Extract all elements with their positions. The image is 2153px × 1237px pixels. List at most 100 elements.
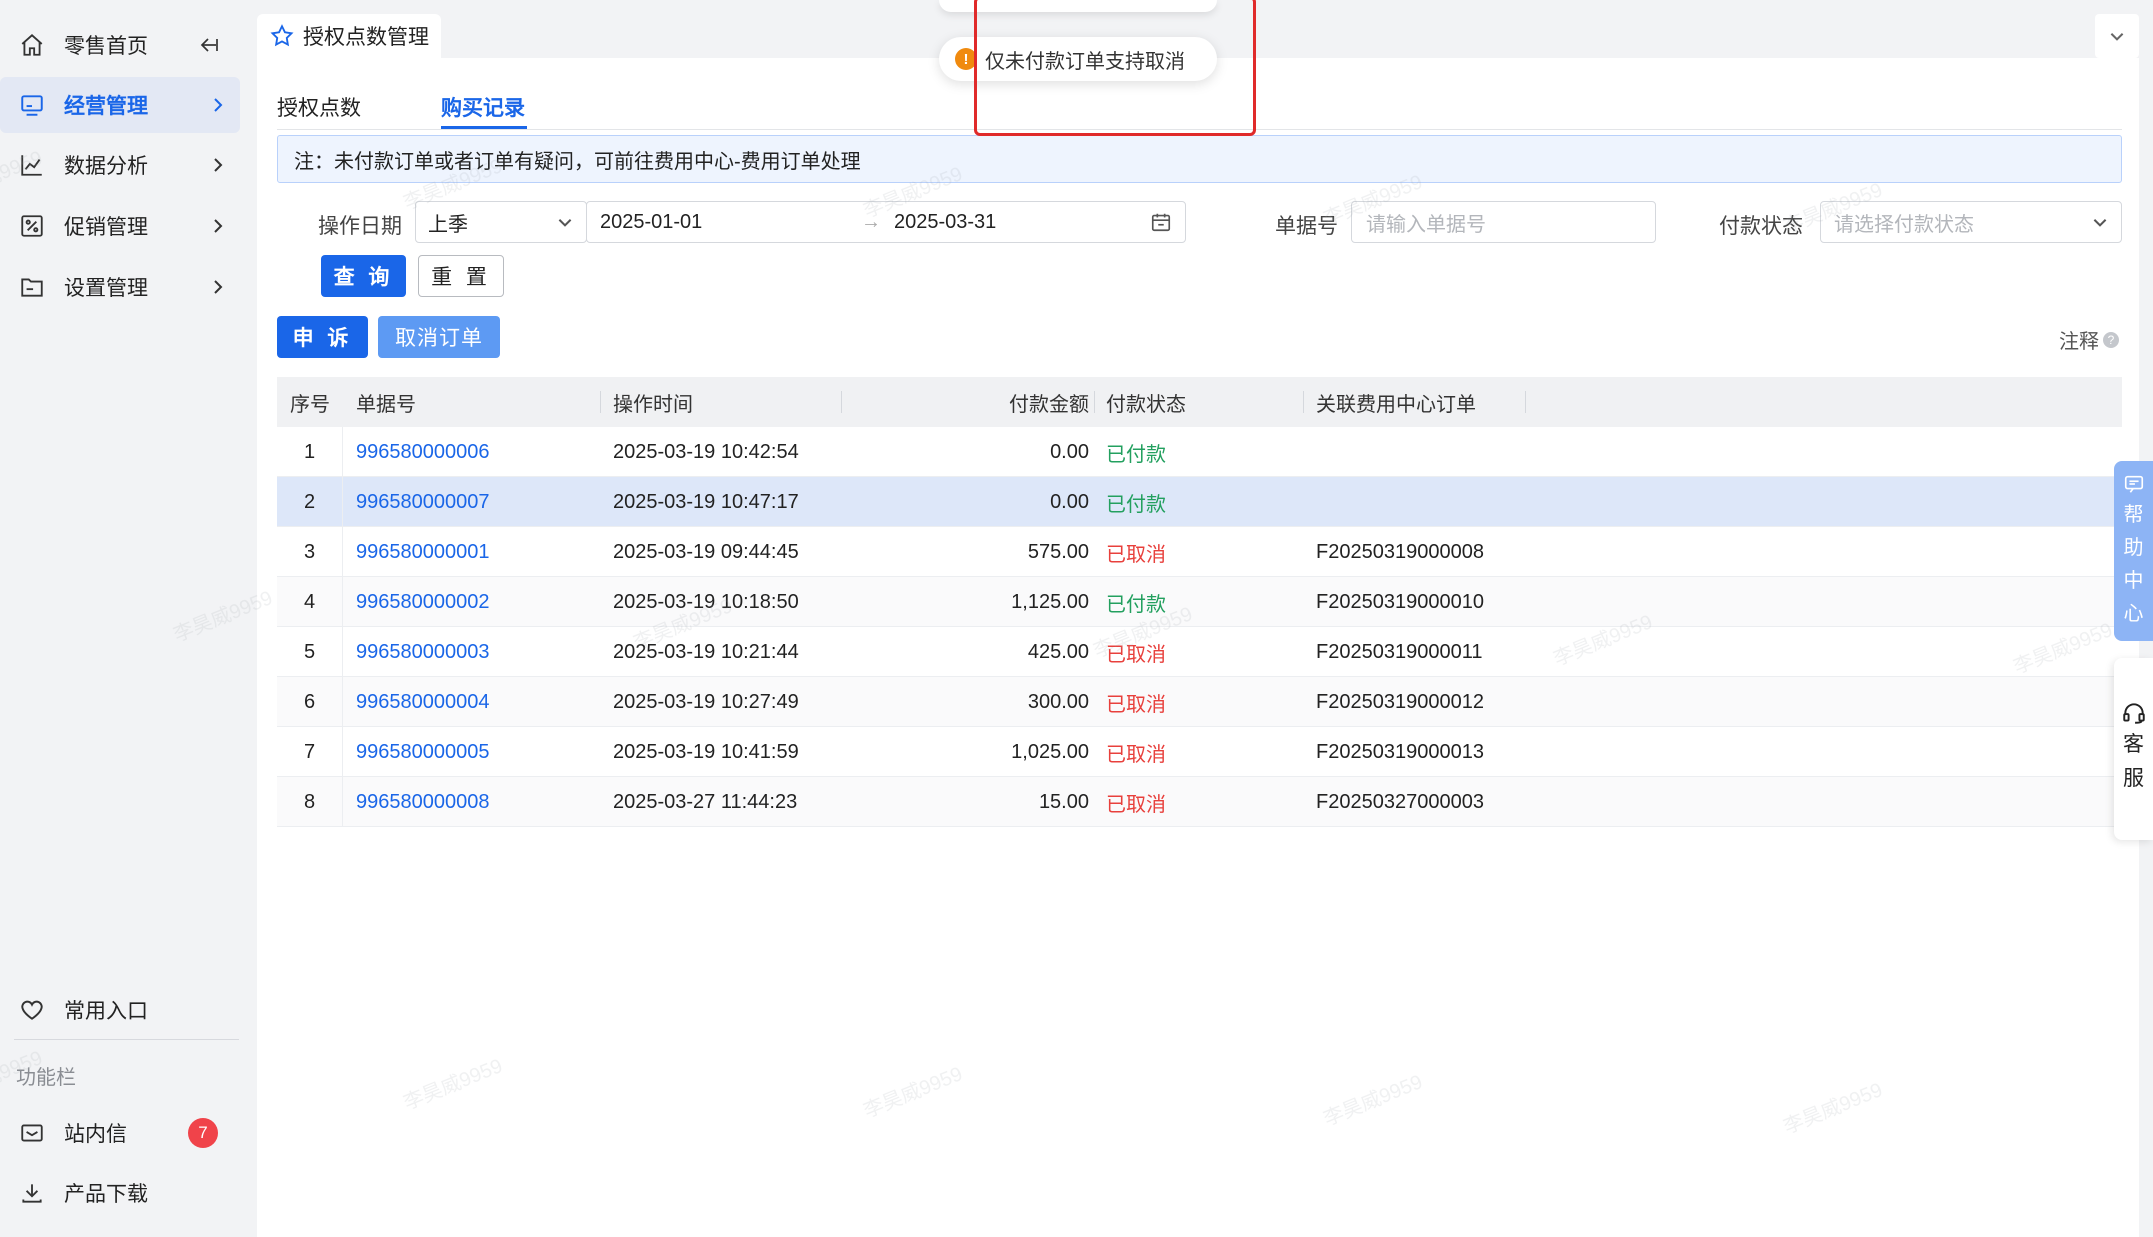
heart-icon <box>18 996 46 1024</box>
sidebar: 零售首页 经营管理 数据分析 促销管理 设置管理 常用入口 功能栏 站内信 7 … <box>0 0 257 1237</box>
sidebar-item-retail-home[interactable]: 零售首页 <box>0 17 240 73</box>
table-row[interactable]: 1 996580000006 2025-03-19 10:42:54 0.00 已付款 <box>277 427 2122 477</box>
message-icon <box>18 1119 46 1147</box>
favorites-entry[interactable]: 常用入口 <box>0 982 240 1038</box>
cell-amount: 575.00 <box>1027 540 1089 563</box>
table-body: 1 996580000006 2025-03-19 10:42:54 0.00 已付款 2… <box>277 427 2122 827</box>
cell-time: 2025-03-19 10:47:17 <box>613 490 799 513</box>
date-start[interactable]: 2025-01-01 <box>600 211 702 234</box>
col-resizer[interactable] <box>1094 391 1095 413</box>
active-tab-underline <box>441 126 527 129</box>
cell-time: 2025-03-19 09:44:45 <box>613 540 799 563</box>
cell-index: 4 <box>277 577 343 627</box>
col-resizer[interactable] <box>1525 391 1526 413</box>
doc-no-placeholder: 请输入单据号 <box>1366 213 1486 236</box>
cell-time: 2025-03-19 10:18:50 <box>613 590 799 613</box>
tab-purchase-records[interactable]: 购买记录 <box>441 92 525 122</box>
chevron-down-icon <box>2110 33 2124 41</box>
col-header-status: 付款状态 <box>1106 393 1186 416</box>
collapse-left-icon[interactable] <box>196 33 220 57</box>
table-header: 序号 单据号 操作时间 付款金额 付款状态 关联费用中心订单 <box>277 377 2122 427</box>
col-resizer[interactable] <box>1303 391 1304 413</box>
cell-doc-no-link[interactable]: 996580000004 <box>356 677 489 727</box>
chevron-right-icon <box>214 219 223 233</box>
table-row[interactable]: 2 996580000007 2025-03-19 10:47:17 0.00 已付款 <box>277 477 2122 527</box>
cell-time: 2025-03-19 10:41:59 <box>613 740 799 763</box>
query-button[interactable]: 查 询 <box>321 255 406 297</box>
status-select[interactable]: 请选择付款状态 <box>1820 201 2122 243</box>
cancel-order-button[interactable]: 取消订单 <box>378 316 500 358</box>
notice-banner: 注：未付款订单或者订单有疑问，可前往费用中心-费用订单处理 <box>277 135 2122 183</box>
cell-index: 8 <box>277 777 343 827</box>
calendar-icon[interactable] <box>1150 211 1172 233</box>
cell-related-order: F20250319000013 <box>1316 740 1484 763</box>
sidebar-item-messages[interactable]: 站内信 7 <box>0 1105 240 1161</box>
page-tab[interactable]: 授权点数管理 <box>257 14 441 58</box>
annotation-link[interactable]: 注释 ? <box>2059 325 2119 354</box>
cell-index: 3 <box>277 527 343 577</box>
help-center-tab[interactable]: 帮 助 中 心 <box>2114 461 2153 641</box>
table-row[interactable]: 5 996580000003 2025-03-19 10:21:44 425.00 已取… <box>277 627 2122 677</box>
chevron-down-icon <box>2093 219 2107 227</box>
cell-index: 1 <box>277 427 343 477</box>
reset-button[interactable]: 重 置 <box>418 255 504 297</box>
monitor-icon <box>18 91 46 119</box>
cell-status: 已取消 <box>1106 743 1166 766</box>
period-select[interactable]: 上季 <box>415 201 587 243</box>
table-row[interactable]: 3 996580000001 2025-03-19 09:44:45 575.00 已取… <box>277 527 2122 577</box>
cell-time: 2025-03-19 10:21:44 <box>613 640 799 663</box>
star-icon[interactable] <box>269 23 295 49</box>
table-row[interactable]: 7 996580000005 2025-03-19 10:41:59 1,025.00… <box>277 727 2122 777</box>
doc-no-input[interactable]: 请输入单据号 <box>1351 201 1656 243</box>
cell-doc-no-link[interactable]: 996580000005 <box>356 727 489 777</box>
appeal-button[interactable]: 申 诉 <box>277 316 368 358</box>
sidebar-item-data-analysis[interactable]: 数据分析 <box>0 137 240 193</box>
doc-no-label: 单据号 <box>1275 215 1338 238</box>
main-panel: 授权点数管理 授权点数 购买记录 注：未付款订单或者订单有疑问，可前往费用中心-… <box>257 14 2139 1237</box>
cell-doc-no-link[interactable]: 996580000003 <box>356 627 489 677</box>
cell-time: 2025-03-27 11:44:23 <box>613 790 798 813</box>
tab-dropdown-button[interactable] <box>2095 14 2139 58</box>
sidebar-divider <box>14 1039 239 1040</box>
cell-related-order: F20250319000010 <box>1316 590 1484 613</box>
sidebar-item-settings[interactable]: 设置管理 <box>0 259 240 315</box>
chart-icon <box>18 151 46 179</box>
cell-doc-no-link[interactable]: 996580000008 <box>356 777 489 827</box>
section-caption: 功能栏 <box>16 1067 76 1089</box>
chevron-right-icon <box>214 158 223 172</box>
annotation-label: 注释 <box>2059 331 2099 353</box>
cell-status: 已取消 <box>1106 543 1166 566</box>
cell-amount: 15.00 <box>1038 790 1089 813</box>
cell-status: 已付款 <box>1106 493 1166 516</box>
cell-doc-no-link[interactable]: 996580000002 <box>356 577 489 627</box>
date-end[interactable]: 2025-03-31 <box>894 211 996 234</box>
help-char: 心 <box>2123 603 2144 625</box>
promo-icon <box>18 212 46 240</box>
cell-index: 5 <box>277 627 343 677</box>
table-row[interactable]: 4 996580000002 2025-03-19 10:18:50 1,125.00… <box>277 577 2122 627</box>
home-icon <box>18 31 46 59</box>
cell-related-order: F20250327000003 <box>1316 790 1484 813</box>
sidebar-item-business[interactable]: 经营管理 <box>0 77 240 133</box>
sidebar-item-promotion[interactable]: 促销管理 <box>0 198 240 254</box>
cell-time: 2025-03-19 10:27:49 <box>613 690 799 713</box>
col-header-amount: 付款金额 <box>1009 393 1089 416</box>
col-resizer[interactable] <box>600 391 601 413</box>
cell-index: 2 <box>277 477 343 527</box>
page-tab-title: 授权点数管理 <box>303 26 429 49</box>
cell-doc-no-link[interactable]: 996580000001 <box>356 527 489 577</box>
customer-service-tab[interactable]: 客 服 <box>2114 658 2153 840</box>
cell-doc-no-link[interactable]: 996580000007 <box>356 477 489 527</box>
date-range-picker[interactable]: 2025-01-01 → 2025-03-31 <box>586 201 1186 243</box>
sidebar-item-download[interactable]: 产品下载 <box>0 1165 240 1221</box>
highlight-box <box>974 0 1256 136</box>
range-arrow-icon: → <box>861 210 881 233</box>
table-row[interactable]: 8 996580000008 2025-03-27 11:44:23 15.00 已取消… <box>277 777 2122 827</box>
cell-status: 已取消 <box>1106 693 1166 716</box>
cell-status: 已付款 <box>1106 593 1166 616</box>
tab-auth-points[interactable]: 授权点数 <box>277 92 361 122</box>
help-circle-icon: ? <box>2103 331 2119 348</box>
table-row[interactable]: 6 996580000004 2025-03-19 10:27:49 300.00 已取… <box>277 677 2122 727</box>
chevron-right-icon <box>214 280 223 294</box>
cell-doc-no-link[interactable]: 996580000006 <box>356 427 489 477</box>
